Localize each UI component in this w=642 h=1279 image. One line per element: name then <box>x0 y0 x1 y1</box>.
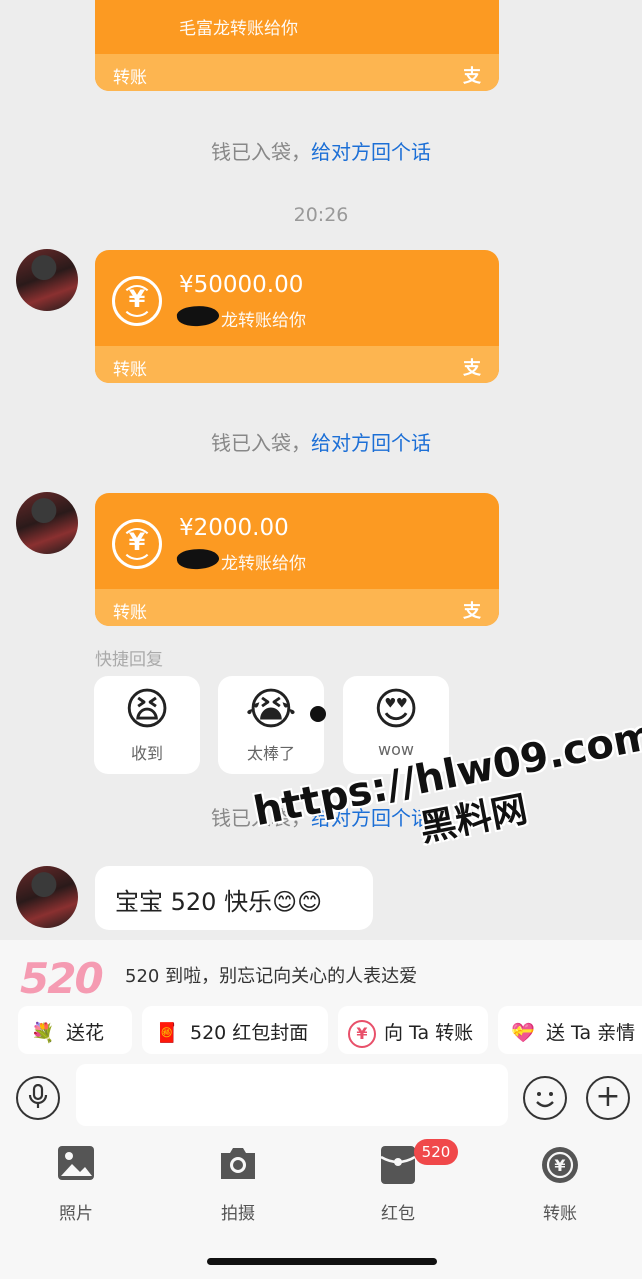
tool-transfer[interactable]: ¥ 转账 <box>520 1145 600 1224</box>
chip-transfer-to-ta[interactable]: ¥ 向 Ta 转账 <box>338 1006 488 1054</box>
alipay-icon: 支 <box>463 601 481 622</box>
transfer-card-partial[interactable]: 毛富龙转账给你 转账 支 <box>95 0 499 91</box>
red-packet-badge: 520 <box>414 1139 458 1165</box>
transfer-coin-icon <box>112 519 162 569</box>
alipay-icon: 支 <box>463 66 481 87</box>
chip-send-flower[interactable]: 💐 送花 <box>18 1006 132 1054</box>
system-message: 钱已入袋，给对方回个话 <box>211 140 431 164</box>
avatar[interactable] <box>16 249 78 311</box>
crying-face-icon: 😫 <box>124 684 170 735</box>
system-message: 钱已入袋，给对方回个话 <box>211 431 431 455</box>
photo-icon <box>36 1145 116 1189</box>
quick-reply-great[interactable]: 😭 太棒了 <box>218 676 324 774</box>
transfer-footer-label: 转账 <box>113 603 147 623</box>
transfer-amount: ¥2000.00 <box>179 515 289 541</box>
svg-text:¥: ¥ <box>554 1156 565 1175</box>
transfer-card[interactable]: ¥2000.00 龙转账给你 转账 支 <box>95 493 499 626</box>
transfer-footer-label: 转账 <box>113 68 147 88</box>
reply-link[interactable]: 给对方回个话 <box>311 431 431 455</box>
tool-photo[interactable]: 照片 <box>36 1145 116 1224</box>
promo-520-logo: 520 <box>20 954 104 1003</box>
avatar[interactable] <box>16 866 78 928</box>
reply-link[interactable]: 给对方回个话 <box>311 140 431 164</box>
promo-text: 520 到啦，别忘记向关心的人表达爱 <box>125 966 418 987</box>
input-row: + <box>0 1064 642 1128</box>
message-input[interactable] <box>76 1064 508 1126</box>
alipay-icon: 支 <box>463 358 481 379</box>
transfer-coin-icon <box>112 276 162 326</box>
redaction-mark <box>176 303 220 329</box>
transfer-note: 龙转账给你 <box>221 311 306 331</box>
plus-icon[interactable]: + <box>586 1076 630 1120</box>
transfer-note: 毛富龙转账给你 <box>179 19 298 39</box>
chip-family-card[interactable]: 💝 送 Ta 亲情 <box>498 1006 642 1054</box>
excited-face-icon: 😭 <box>245 684 297 735</box>
home-indicator[interactable] <box>207 1258 437 1265</box>
transfer-card[interactable]: ¥50000.00 龙转账给你 转账 支 <box>95 250 499 383</box>
transfer-note: 龙转账给你 <box>221 554 306 574</box>
avatar[interactable] <box>16 492 78 554</box>
transfer-footer-label: 转账 <box>113 360 147 380</box>
transfer-icon: ¥ <box>520 1145 600 1189</box>
quick-reply-label: 快捷回复 <box>95 650 163 670</box>
bottom-panel: 520 520 到啦，别忘记向关心的人表达爱 💐 送花 🧧 520 红包封面 ¥ 向 … <box>0 940 642 1279</box>
emoji-icon[interactable] <box>523 1076 567 1120</box>
microphone-icon[interactable] <box>16 1076 60 1120</box>
chip-red-packet-cover[interactable]: 🧧 520 红包封面 <box>142 1006 328 1054</box>
quick-reply-received[interactable]: 😫 收到 <box>94 676 200 774</box>
transfer-coin-icon: ¥ <box>348 1020 376 1048</box>
camera-icon <box>198 1145 278 1189</box>
red-packet-icon: 🧧 <box>155 1022 179 1044</box>
dot-mark <box>310 706 326 722</box>
timestamp: 20:26 <box>293 204 349 226</box>
star-eyes-face-icon: 😍 <box>373 684 419 735</box>
tool-camera[interactable]: 拍摄 <box>198 1145 278 1224</box>
flower-icon: 💐 <box>31 1022 55 1044</box>
redaction-mark <box>176 546 220 572</box>
heart-gift-icon: 💝 <box>511 1022 535 1044</box>
transfer-amount: ¥50000.00 <box>179 272 304 298</box>
